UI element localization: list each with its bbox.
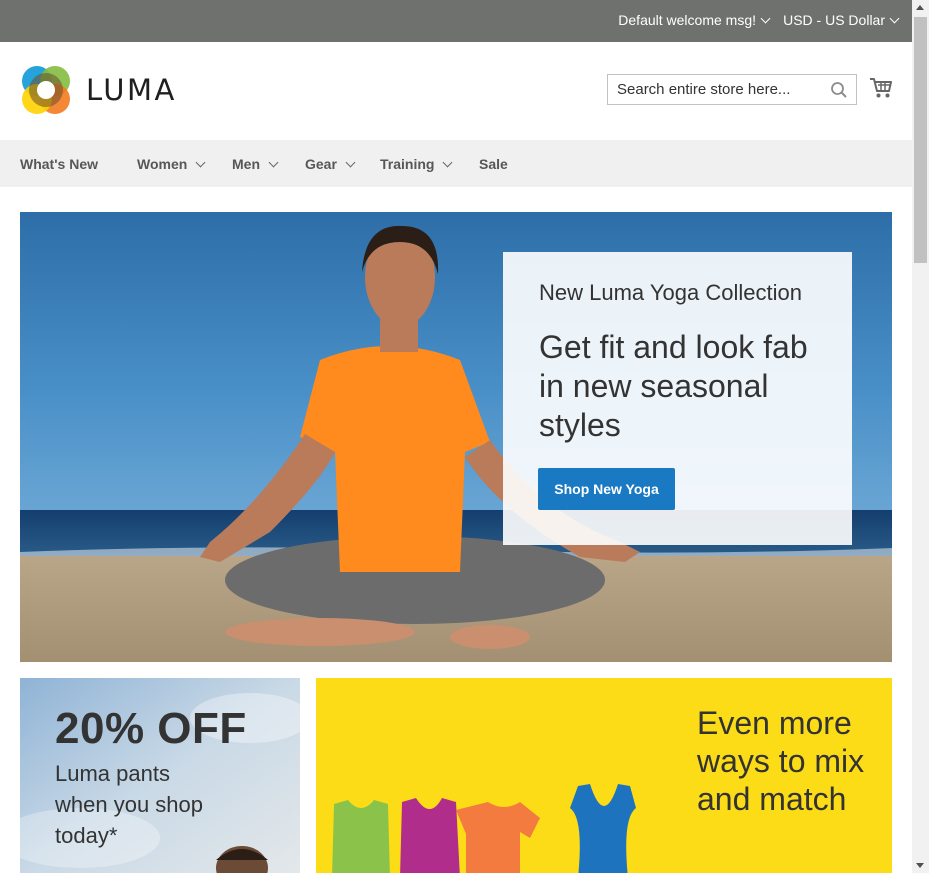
- hero-content-box: New Luma Yoga Collection Get fit and loo…: [503, 252, 852, 545]
- scroll-up-icon[interactable]: [916, 5, 924, 10]
- nav-item-whats-new[interactable]: What's New: [20, 156, 98, 172]
- top-panel: Default welcome msg! USD - US Dollar: [0, 0, 912, 42]
- chevron-down-icon: [268, 157, 279, 167]
- cart-icon[interactable]: [869, 76, 893, 100]
- search-input[interactable]: [608, 75, 818, 104]
- nav-item-label: Gear: [305, 156, 337, 172]
- scroll-down-icon[interactable]: [916, 863, 924, 868]
- shop-new-yoga-button[interactable]: Shop New Yoga: [538, 468, 675, 510]
- nav-item-sale[interactable]: Sale: [479, 156, 508, 172]
- chevron-down-icon: [195, 157, 206, 167]
- search-form: [607, 74, 857, 105]
- nav-item-gear[interactable]: Gear: [305, 156, 356, 172]
- chevron-down-icon: [760, 13, 771, 23]
- scrollbar-thumb[interactable]: [914, 17, 927, 263]
- chevron-down-icon: [889, 13, 900, 23]
- hero-banner[interactable]: New Luma Yoga Collection Get fit and loo…: [20, 212, 892, 662]
- nav-item-men[interactable]: Men: [232, 156, 279, 172]
- currency-switcher[interactable]: USD - US Dollar: [783, 12, 900, 28]
- promo-pants-block[interactable]: 20% OFF Luma pants when you shop today*: [20, 678, 300, 873]
- nav-item-label: Women: [137, 156, 188, 172]
- welcome-message: Default welcome msg!: [618, 12, 756, 28]
- hero-title: Get fit and look fab in new seasonal sty…: [539, 329, 808, 443]
- logo-link[interactable]: LUMA: [20, 64, 177, 116]
- welcome-switcher[interactable]: Default welcome msg!: [618, 12, 771, 28]
- promo-mix-match-block[interactable]: Even more ways to mix and match: [316, 678, 892, 873]
- site-header: LUMA: [0, 42, 912, 140]
- nav-item-label: Men: [232, 156, 260, 172]
- logo-text: LUMA: [86, 73, 177, 107]
- promo-discount-title: 20% OFF: [55, 704, 247, 753]
- page-scrollbar[interactable]: [912, 0, 929, 873]
- nav-item-women[interactable]: Women: [137, 156, 206, 172]
- nav-item-label: Sale: [479, 156, 508, 172]
- nav-item-label: Training: [380, 156, 435, 172]
- promo-mix-match-text: Even more ways to mix and match: [697, 705, 865, 817]
- chevron-down-icon: [443, 157, 453, 167]
- currency-label: USD - US Dollar: [783, 12, 885, 28]
- search-icon[interactable]: [830, 81, 848, 99]
- chevron-down-icon: [345, 157, 356, 167]
- nav-item-training[interactable]: Training: [380, 156, 453, 172]
- hero-subtitle: New Luma Yoga Collection: [539, 280, 802, 305]
- nav-item-label: What's New: [20, 156, 99, 172]
- page: Default welcome msg! USD - US Dollar LUM…: [0, 0, 912, 873]
- luma-logo-icon: [22, 66, 70, 114]
- promo-discount-text: Luma pants when you shop today*: [55, 761, 203, 848]
- main-navigation: What's New Women Men Gear Training Sale: [0, 140, 912, 187]
